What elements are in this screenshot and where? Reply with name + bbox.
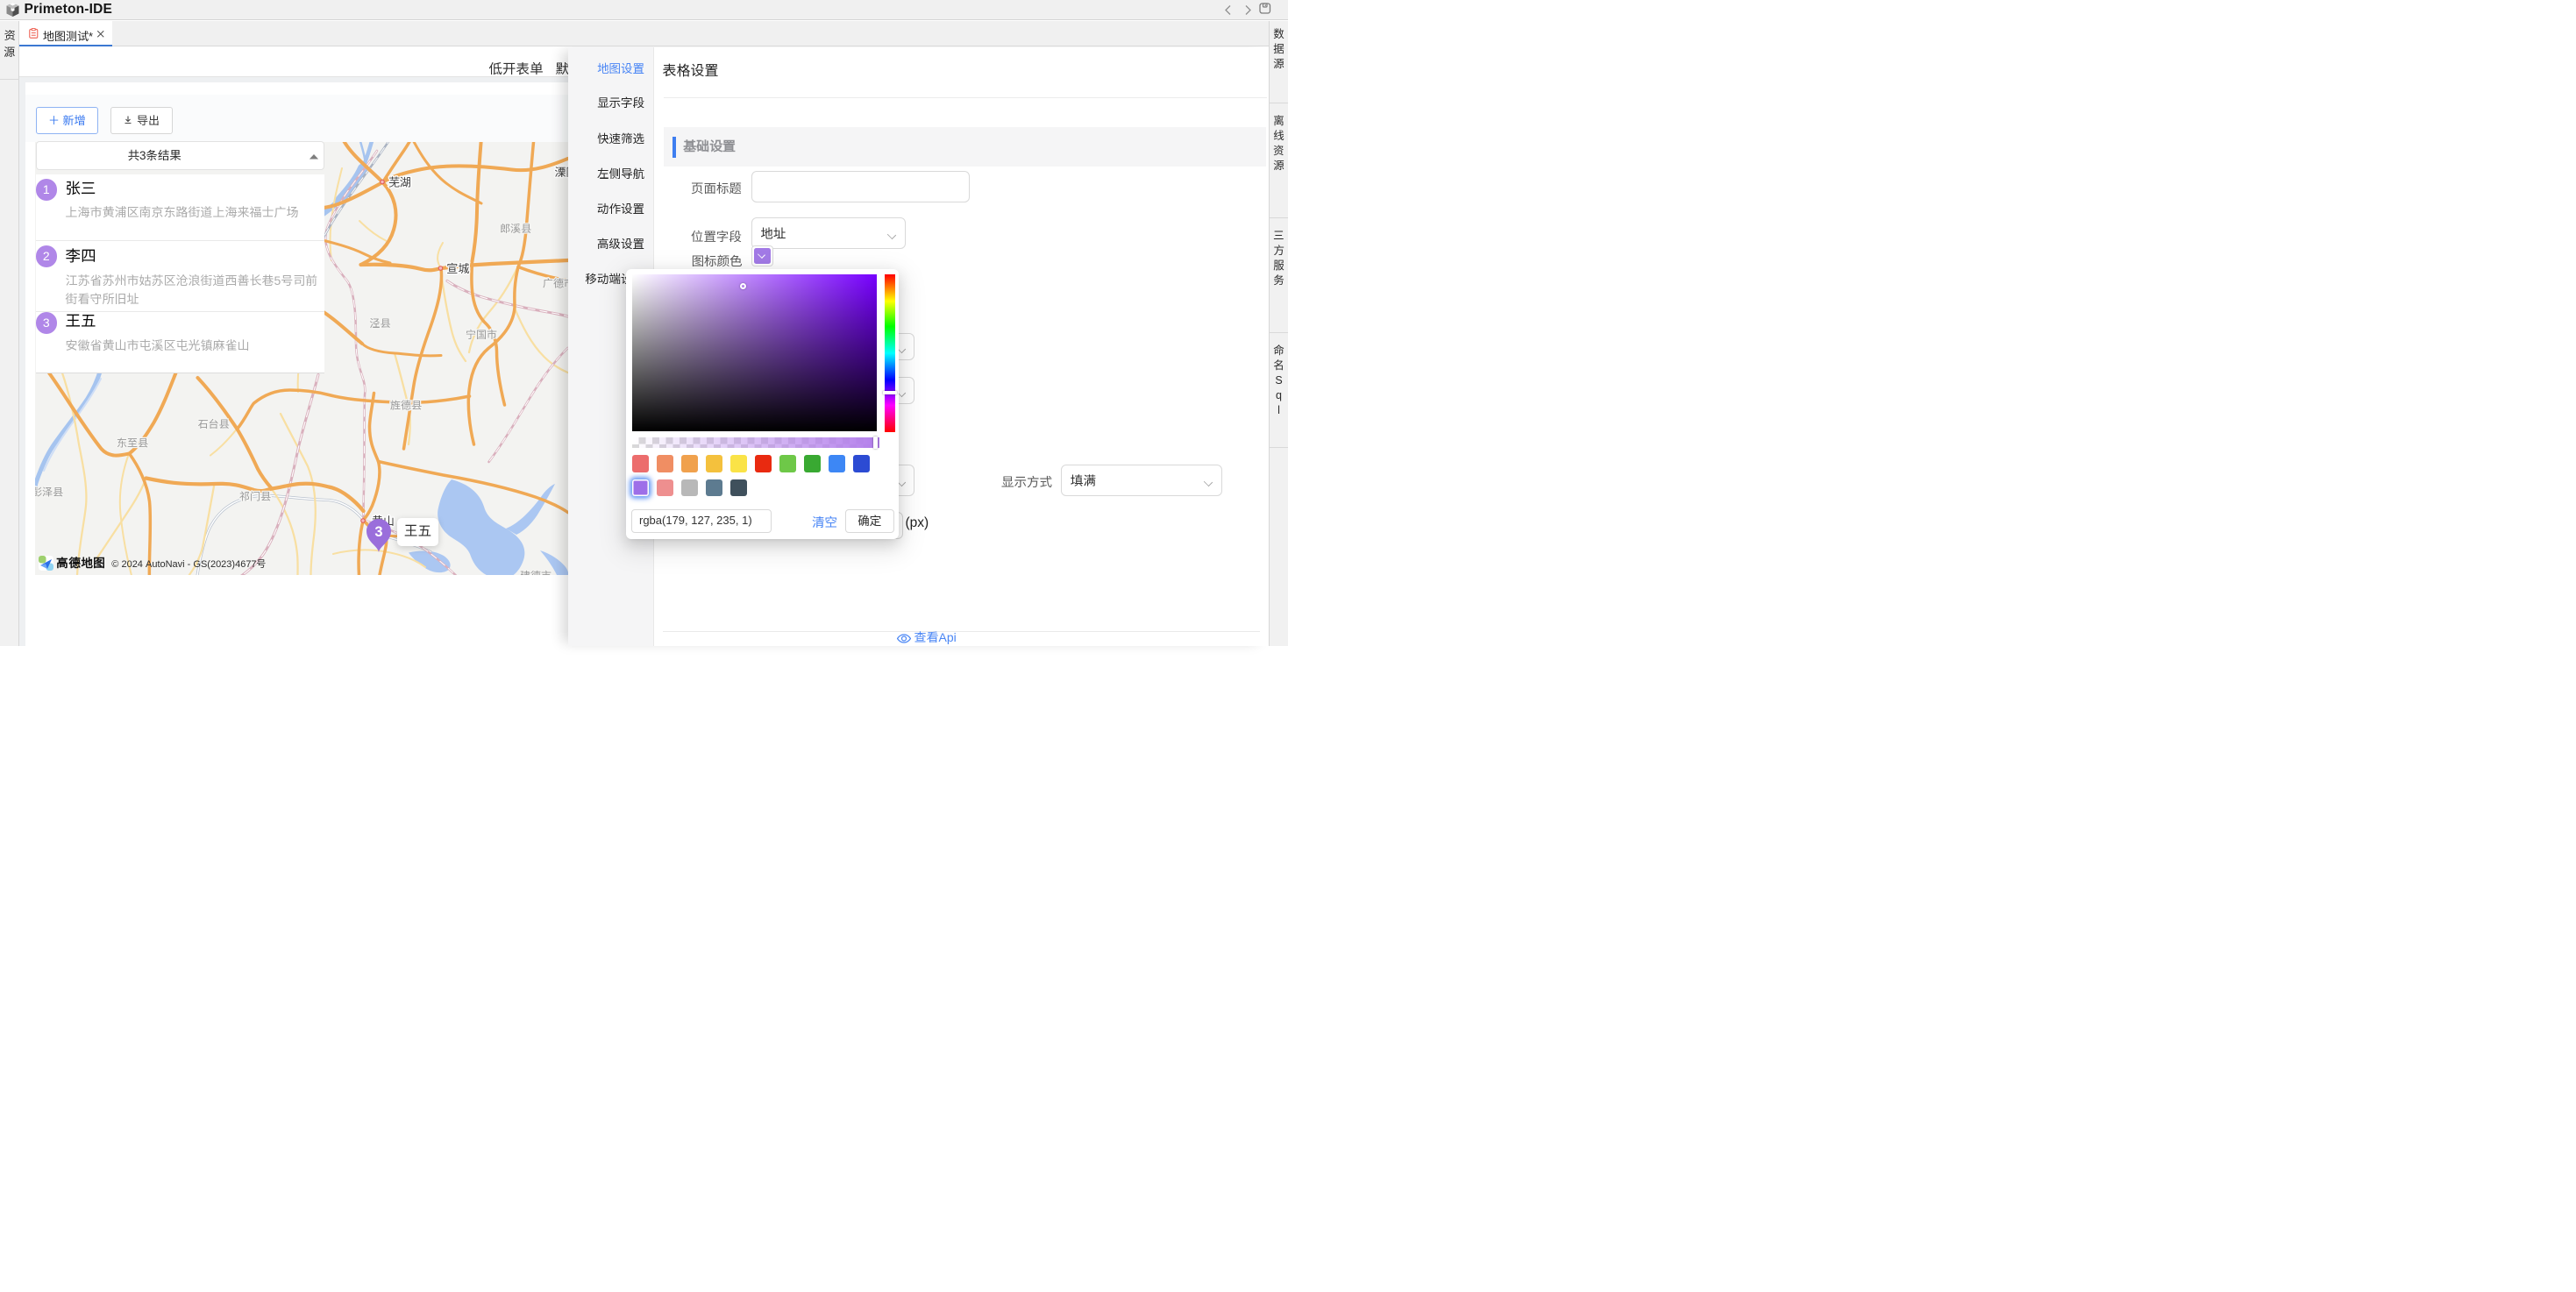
- svg-text:溧阳: 溧阳: [555, 163, 568, 180]
- svg-text:郎溪县: 郎溪县: [500, 221, 531, 236]
- svg-text:石台县: 石台县: [198, 416, 230, 431]
- svg-text:祁门县: 祁门县: [239, 488, 271, 503]
- svg-text:宁国市: 宁国市: [466, 327, 497, 342]
- svg-text:旌德县: 旌德县: [390, 397, 422, 412]
- svg-text:东至县: 东至县: [117, 435, 148, 450]
- svg-text:彭泽县: 彭泽县: [35, 484, 63, 499]
- svg-text:芜湖: 芜湖: [388, 173, 411, 189]
- svg-text:3: 3: [374, 524, 382, 540]
- svg-text:泾县: 泾县: [370, 316, 391, 330]
- svg-text:宣城: 宣城: [447, 259, 470, 276]
- svg-text:广德市: 广德市: [543, 275, 568, 290]
- svg-text:建德市: 建德市: [520, 568, 551, 576]
